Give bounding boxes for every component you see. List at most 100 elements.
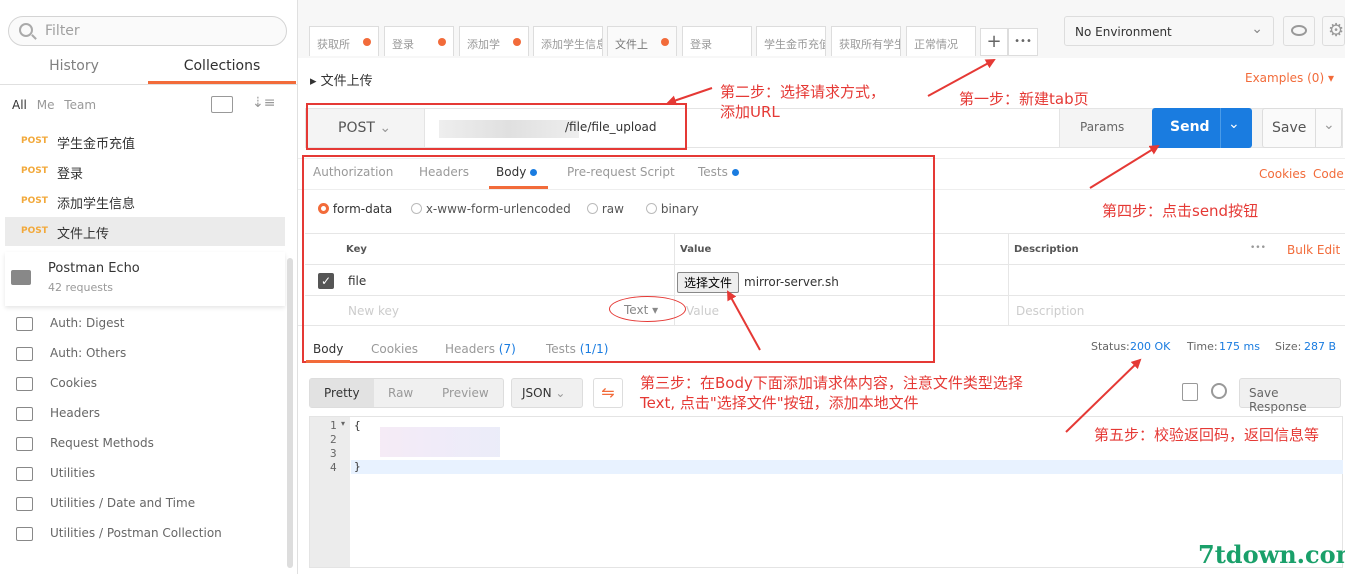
code-link[interactable]: Code <box>1313 167 1344 181</box>
filter-input[interactable]: Filter <box>8 16 287 46</box>
status-label: Status: <box>1091 340 1130 353</box>
code-open-brace: { <box>354 419 361 432</box>
fold-arrow-icon[interactable]: ▾ <box>341 419 345 428</box>
save-button[interactable]: Save ⌄ <box>1262 108 1342 148</box>
examples-link[interactable]: Examples (0) ▾ <box>1245 71 1334 85</box>
tab-collections[interactable]: Collections <box>148 58 296 84</box>
request-title[interactable]: ▸ 文件上传 <box>310 70 373 89</box>
folder-icon <box>16 467 33 481</box>
filter-team[interactable]: Team <box>64 98 96 112</box>
blurred-response <box>380 427 500 457</box>
request-tab[interactable]: 添加学生信息 <box>533 26 603 56</box>
params-button[interactable]: Params <box>1080 120 1124 134</box>
filter-me[interactable]: Me <box>37 98 55 112</box>
folder-icon <box>16 437 33 451</box>
folder-item[interactable]: Auth: Others <box>10 339 286 369</box>
request-tab[interactable]: 学生金币充值 <box>756 26 826 56</box>
search-icon[interactable] <box>1211 383 1227 399</box>
chevron-down-icon: ⌄ <box>555 386 566 400</box>
search-icon <box>19 23 33 37</box>
arrow-step4 <box>1089 144 1160 189</box>
copy-icon[interactable] <box>1182 383 1198 401</box>
unsaved-dot <box>513 38 521 46</box>
resp-tab-cookies[interactable]: Cookies <box>371 342 418 356</box>
folder-item[interactable]: Auth: Digest <box>10 309 286 339</box>
annotation-step3: 第三步：在Body下面添加请求体内容，注意文件类型选择 Text, 点击"选择文… <box>640 374 1023 412</box>
annotation-box-body <box>302 155 935 363</box>
new-tab-button[interactable]: + <box>980 28 1008 56</box>
request-tab[interactable]: 获取所有学生 <box>831 26 901 56</box>
size-value: 287 B <box>1304 340 1337 353</box>
folder-item[interactable]: Cookies <box>10 369 286 399</box>
folder-icon <box>16 497 33 511</box>
bulk-edit-link[interactable]: Bulk Edit <box>1287 243 1340 257</box>
folder-item[interactable]: Request Methods <box>10 429 286 459</box>
new-description-input[interactable]: Description <box>1016 304 1084 318</box>
preview-button[interactable]: Preview <box>442 386 489 400</box>
annotation-step5: 第五步：校验返回码，返回信息等 <box>1094 426 1320 444</box>
gear-icon[interactable]: ⚙ <box>1322 16 1345 46</box>
divider <box>1315 109 1316 147</box>
new-folder-icon[interactable] <box>211 96 233 113</box>
pretty-button[interactable]: Pretty <box>324 386 360 400</box>
chevron-down-icon: ⌄ <box>1251 21 1263 37</box>
request-tab[interactable]: 登录 <box>384 26 454 56</box>
folder-item[interactable]: Utilities / Date and Time <box>10 489 286 519</box>
annotation-box-url <box>306 103 687 150</box>
resp-tab-headers[interactable]: Headers (7) <box>445 342 516 356</box>
request-tab-active[interactable]: 文件上 <box>607 26 677 56</box>
sidebar-scrollbar[interactable] <box>287 258 293 568</box>
col-description: Description <box>1014 244 1079 255</box>
chevron-down-icon[interactable]: ⌄ <box>1323 117 1335 133</box>
resp-tab-body[interactable]: Body <box>306 333 350 363</box>
unsaved-dot <box>363 38 371 46</box>
folder-item[interactable]: Utilities / Postman Collection <box>10 519 286 549</box>
time-value: 175 ms <box>1219 340 1260 353</box>
unsaved-dot <box>661 38 669 46</box>
folder-icon <box>16 527 33 541</box>
folder-item[interactable]: Utilities <box>10 459 286 489</box>
annotation-step4: 第四步：点击send按钮 <box>1102 202 1259 220</box>
request-tab[interactable]: 登录 <box>682 26 752 56</box>
annotation-step2: 第二步：选择请求方式， 添加URL <box>720 83 886 121</box>
request-tab[interactable]: 正常情况 <box>906 26 976 56</box>
divider <box>1008 234 1009 326</box>
folder-icon <box>16 407 33 421</box>
raw-button[interactable]: Raw <box>388 386 413 400</box>
format-select[interactable]: JSON ⌄ <box>511 378 583 408</box>
time-label: Time: <box>1187 340 1218 353</box>
filter-all[interactable]: All <box>12 98 27 112</box>
folder-item[interactable]: Headers <box>10 399 286 429</box>
table-more-icon[interactable]: ••• <box>1250 243 1266 253</box>
view-mode-group: Pretty Raw Preview <box>309 378 504 408</box>
request-item[interactable]: POST 学生金币充值 <box>5 127 285 156</box>
code-close-brace: } <box>354 460 361 473</box>
folder-icon <box>11 270 31 285</box>
divider <box>1220 108 1221 148</box>
collection-filter: All Me Team <box>12 98 102 112</box>
request-item[interactable]: POST 添加学生信息 <box>5 187 285 216</box>
cookies-link[interactable]: Cookies <box>1259 167 1306 181</box>
request-tab[interactable]: 获取所 <box>309 26 379 56</box>
watermark: 7tdown.com <box>1198 540 1345 569</box>
environment-select[interactable]: No Environment ⌄ <box>1064 16 1274 46</box>
divider <box>0 84 298 85</box>
chevron-down-icon[interactable]: ⌄ <box>1228 116 1240 132</box>
unsaved-dot <box>438 38 446 46</box>
save-response-button[interactable]: Save Response <box>1239 378 1341 414</box>
annotation-step1: 第一步：新建tab页 <box>959 90 1089 108</box>
sort-icon[interactable]: ⇣≡ <box>252 95 275 111</box>
tab-more-button[interactable]: ••• <box>1008 28 1038 56</box>
request-tab[interactable]: 添加学 <box>459 26 529 56</box>
eye-icon[interactable] <box>1283 16 1315 46</box>
resp-tab-tests[interactable]: Tests (1/1) <box>546 342 608 356</box>
folder-icon <box>16 317 33 331</box>
line-numbers: 1 2 3 4 <box>330 419 337 474</box>
wrap-lines-icon[interactable]: ⇋ <box>593 378 623 408</box>
request-item-selected[interactable]: POST 文件上传 <box>5 217 285 246</box>
send-button[interactable]: Send ⌄ <box>1152 108 1252 148</box>
folder-icon <box>16 347 33 361</box>
collection-postman-echo[interactable]: Postman Echo 42 requests <box>5 252 285 306</box>
request-item[interactable]: POST 登录 <box>5 157 285 186</box>
tab-history[interactable]: History <box>0 58 148 84</box>
